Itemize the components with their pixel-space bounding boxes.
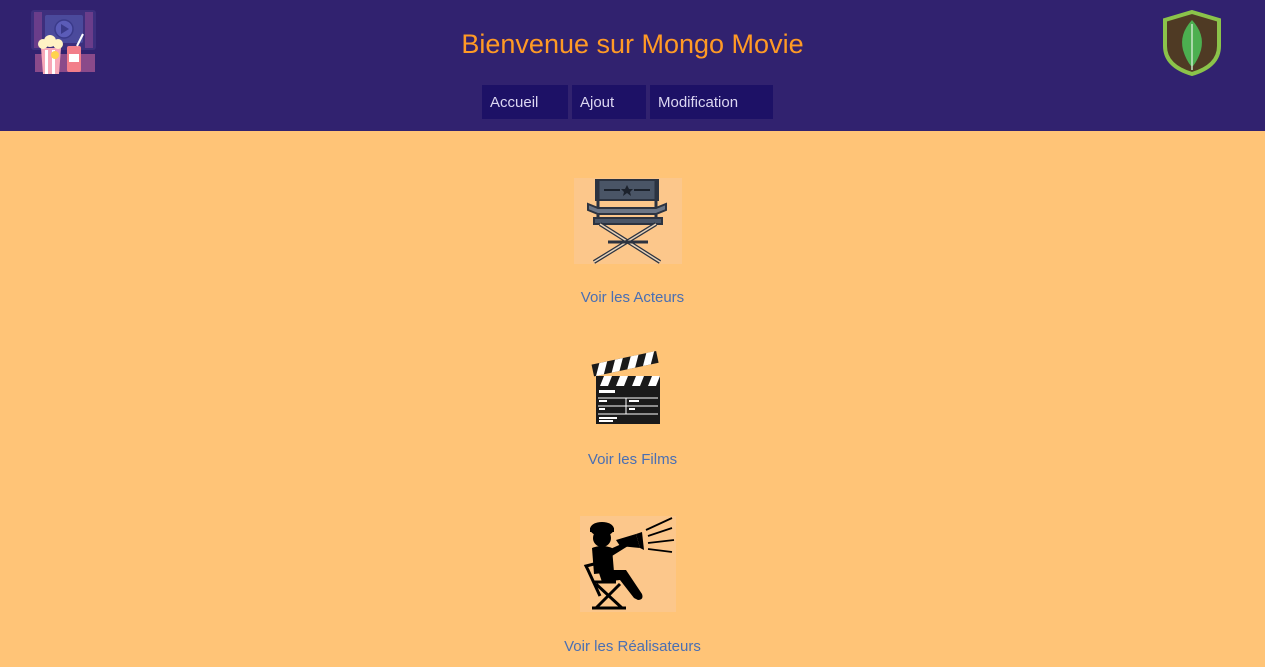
main-nav: Accueil Ajout Modification — [0, 85, 1265, 119]
nav-item-accueil[interactable]: Accueil — [482, 85, 568, 119]
director-chair-icon[interactable] — [574, 178, 682, 264]
nav-item-modification[interactable]: Modification — [650, 85, 773, 119]
link-voir-acteurs[interactable]: Voir les Acteurs — [0, 288, 1265, 308]
site-title: Bienvenue sur Mongo Movie — [461, 29, 804, 59]
link-voir-realisateurs[interactable]: Voir les Réalisateurs — [0, 637, 1265, 657]
nav-item-ajout[interactable]: Ajout — [572, 85, 646, 119]
clapperboard-icon[interactable] — [588, 350, 668, 430]
director-megaphone-icon[interactable] — [580, 516, 676, 612]
link-voir-films[interactable]: Voir les Films — [0, 450, 1265, 470]
mongodb-leaf-icon — [1161, 9, 1223, 77]
site-header: Bienvenue sur Mongo Movie Accueil Ajout … — [0, 0, 1265, 131]
